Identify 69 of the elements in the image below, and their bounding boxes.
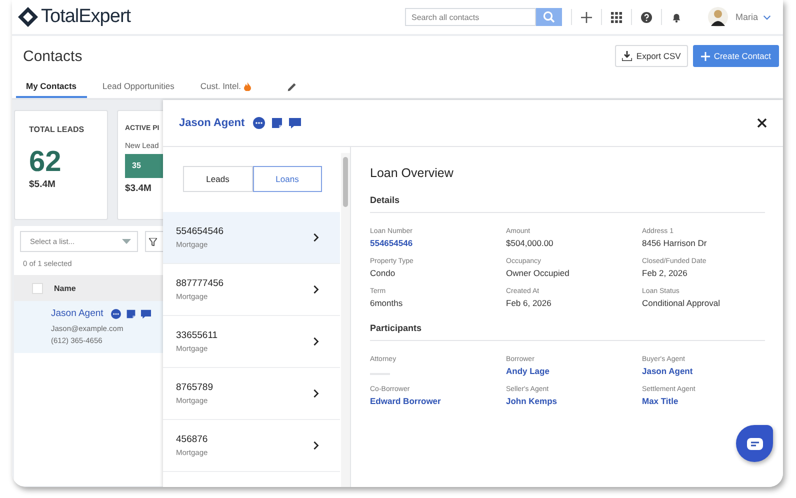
- tab[interactable]: My Contacts: [16, 76, 87, 98]
- more-icon[interactable]: [252, 117, 265, 129]
- search-icon: [543, 11, 556, 23]
- loan-number: 554654546: [176, 226, 225, 237]
- note-icon[interactable]: [126, 308, 136, 318]
- help-icon[interactable]: [641, 12, 652, 22]
- field-link[interactable]: Jason Agent: [642, 366, 765, 376]
- loan-number: 8765789: [176, 382, 214, 393]
- chevron-right-icon: [313, 285, 319, 294]
- field-link[interactable]: 554654546: [370, 238, 506, 248]
- export-button[interactable]: Export CSV: [615, 45, 688, 67]
- chevron-right-icon: [313, 233, 319, 242]
- scrollbar[interactable]: [341, 153, 350, 487]
- plus-icon: [700, 52, 710, 60]
- field-value: Owner Occupied: [506, 268, 570, 278]
- chat-icon[interactable]: [288, 117, 301, 129]
- column-header[interactable]: Name: [54, 284, 76, 292]
- page-title: Contacts: [23, 48, 82, 64]
- field-value: Feb 2, 2026: [642, 268, 688, 278]
- segment-button[interactable]: Loans: [252, 166, 322, 192]
- tab[interactable]: Cust. Intel.: [190, 76, 262, 98]
- chat-icon[interactable]: [141, 308, 152, 318]
- field-link[interactable]: Max Title: [642, 396, 765, 406]
- filter-icon: [148, 238, 157, 246]
- search-field[interactable]: Search all contacts: [405, 8, 536, 26]
- field-link[interactable]: Edward Borrower: [370, 396, 506, 406]
- field-value: Feb 6, 2026: [506, 298, 552, 308]
- contact-name-link[interactable]: Jason Agent: [51, 308, 104, 319]
- field-value: 8456 Harrison Dr: [642, 238, 708, 248]
- checkbox[interactable]: [32, 282, 43, 294]
- create-contact-button[interactable]: Create Contact: [692, 45, 779, 67]
- tab[interactable]: Lead Opportunities: [92, 76, 184, 98]
- stat-amount: $5.4M: [29, 179, 56, 190]
- loan-number: 456876: [176, 434, 209, 445]
- chevron-down-icon[interactable]: [763, 14, 771, 20]
- field-link[interactable]: John Kemps: [506, 396, 642, 406]
- field-link[interactable]: Andy Lage: [506, 366, 642, 376]
- note-icon[interactable]: [270, 117, 283, 129]
- download-icon: [622, 51, 632, 61]
- more-icon[interactable]: [111, 308, 122, 318]
- chevron-right-icon: [313, 389, 319, 398]
- chat-icon: [746, 438, 762, 450]
- field-value: $504,000.00: [506, 238, 554, 248]
- logo-icon: [18, 7, 38, 27]
- add-icon[interactable]: [581, 12, 592, 22]
- stat-amount: $3.4M: [125, 183, 152, 194]
- stat-label: TOTAL LEADS: [29, 125, 86, 134]
- grid-icon[interactable]: [611, 12, 622, 22]
- user-name[interactable]: Maria: [735, 12, 758, 22]
- field-value: Conditional Approval: [642, 298, 721, 308]
- section-title: Participants: [370, 323, 765, 341]
- chat-button[interactable]: [736, 425, 773, 462]
- dropdown-arrow-icon: [122, 239, 131, 244]
- bell-icon[interactable]: [671, 12, 682, 22]
- section-title: Details: [370, 195, 765, 213]
- chevron-right-icon: [313, 441, 319, 450]
- logo-text: TotalExpert: [41, 6, 131, 28]
- field-value: Condo: [370, 268, 396, 278]
- field-value: 6months: [370, 298, 404, 308]
- loan-number: 33655611: [176, 330, 219, 341]
- overview-title: Loan Overview: [370, 166, 454, 180]
- drawer-title[interactable]: Jason Agent: [179, 117, 245, 129]
- segment-button[interactable]: Leads: [183, 166, 252, 192]
- loan-number: 887777456: [176, 278, 225, 289]
- chevron-right-icon: [313, 337, 319, 346]
- avatar[interactable]: [708, 7, 728, 27]
- close-icon[interactable]: [757, 118, 767, 128]
- pencil-icon[interactable]: [287, 82, 298, 92]
- stat-value: 62: [29, 146, 62, 179]
